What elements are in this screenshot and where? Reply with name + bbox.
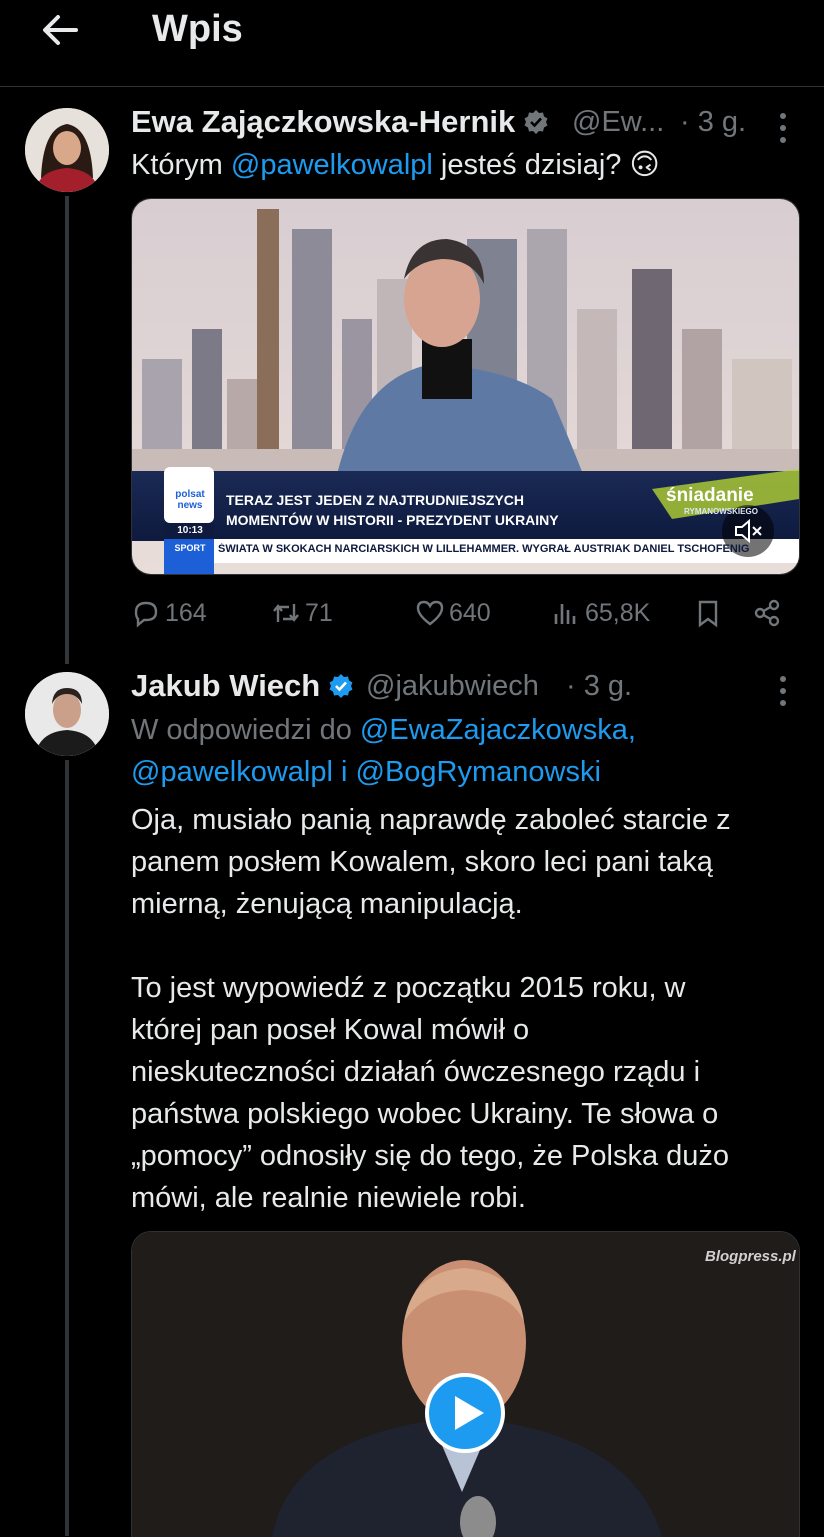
reply-count: 164 — [165, 598, 207, 627]
author-name[interactable]: Jakub Wiech — [131, 668, 354, 704]
verified-badge-icon — [328, 671, 354, 698]
video-clock: 10:13 — [177, 525, 203, 536]
avatar-jakub[interactable] — [25, 672, 109, 756]
repost-button[interactable]: 71 — [271, 596, 333, 630]
views-count: 65,8K — [585, 598, 651, 627]
news-ticker: ŚWIATA W SKOKACH NARCIARSKICH W LILLEHAM… — [218, 543, 750, 555]
play-button-icon[interactable] — [424, 1372, 506, 1454]
body-line: Oja, musiało panią naprawdę zaboleć star… — [131, 804, 731, 836]
reply-button[interactable]: 164 — [131, 596, 207, 630]
show-title: śniadanie — [666, 485, 754, 506]
body-line: państwa polskiego wobec Ukrainy. Te słow… — [131, 1098, 719, 1130]
reply-and: i — [332, 756, 356, 788]
post-text: Którym @pawelkowalpl jesteś dzisiaj? 🙃 — [131, 144, 660, 186]
bookmark-icon — [698, 600, 718, 628]
views-button[interactable]: 65,8K — [551, 596, 650, 630]
repost-icon — [273, 604, 299, 622]
thread-connector-2 — [65, 760, 69, 1536]
body-line: mierną, żenującą manipulacją. — [131, 888, 523, 920]
sport-label: SPORT — [174, 543, 206, 553]
more-options-icon[interactable] — [778, 676, 788, 712]
post-time[interactable]: · 3 g. — [680, 106, 746, 139]
body-line: której pan poseł Kowal mówił o — [131, 1014, 530, 1046]
reply-icon — [134, 601, 158, 628]
body-line: nieskuteczności działań ówczesnego rządu… — [131, 1056, 701, 1088]
body-line: mówi, ale realnie niewiele robi. — [131, 1182, 526, 1214]
heart-icon — [416, 600, 444, 626]
author-handle[interactable]: @jakubwiech — [366, 670, 539, 703]
reply-context-line2: @pawelkowalpl i @BogRymanowski — [131, 751, 636, 793]
top-bar: Wpis — [0, 0, 824, 87]
post-text-part: jesteś dzisiaj? 🙃 — [432, 149, 660, 181]
author-name[interactable]: Ewa Zajączkowska-Hernik — [131, 104, 549, 140]
reply-prefix: W odpowiedzi do — [131, 714, 360, 746]
video-player-2[interactable]: Blogpress.pl — [131, 1231, 800, 1537]
mention-link[interactable]: @BogRymanowski — [356, 756, 601, 788]
like-count: 640 — [449, 598, 491, 627]
page-title: Wpis — [152, 8, 243, 50]
views-icon — [554, 604, 576, 624]
mention-link[interactable]: @EwaZajaczkowska, — [360, 714, 636, 746]
thread-connector — [65, 196, 69, 664]
body-line: „pomocy” odnosiły się do tego, że Polska… — [131, 1140, 730, 1172]
channel-logo: polsat news — [175, 489, 205, 511]
bookmark-button[interactable] — [693, 596, 727, 630]
headline-line2: MOMENTÓW W HISTORII - PREZYDENT UKRAINY — [226, 512, 559, 528]
body-line: To jest wypowiedź z początku 2015 roku, … — [131, 972, 686, 1004]
reply-context: W odpowiedzi do @EwaZajaczkowska, @pawel… — [131, 709, 636, 793]
show-subtitle: RYMANOWSKIEGO — [684, 507, 758, 516]
author-handle[interactable]: @Ew... — [572, 106, 664, 139]
mention-link[interactable]: @pawelkowalpl — [231, 149, 433, 181]
post-text-part: Którym — [131, 149, 231, 181]
mute-icon[interactable] — [732, 517, 764, 545]
video-player[interactable]: polsat news 10:13 SPORT TERAZ JEST JEDEN… — [131, 198, 800, 575]
share-button[interactable] — [752, 596, 786, 630]
like-button[interactable]: 640 — [415, 596, 491, 630]
back-arrow-icon[interactable] — [36, 8, 84, 52]
video-watermark: Blogpress.pl — [705, 1248, 796, 1265]
more-options-icon[interactable] — [778, 113, 788, 149]
repost-count: 71 — [305, 598, 333, 627]
post-body: Oja, musiało panią naprawdę zaboleć star… — [131, 799, 731, 1219]
avatar-ewa[interactable] — [25, 108, 109, 192]
verified-badge-icon — [523, 107, 549, 134]
post-time[interactable]: · 3 g. — [566, 670, 632, 703]
mention-link[interactable]: @pawelkowalpl — [131, 756, 333, 788]
reply-context-line1: W odpowiedzi do @EwaZajaczkowska, — [131, 709, 636, 751]
headline-line1: TERAZ JEST JEDEN Z NAJTRUDNIEJSZYCH — [226, 492, 524, 508]
share-icon — [754, 599, 780, 627]
body-line: panem posłem Kowalem, skoro leci pani ta… — [131, 846, 713, 878]
